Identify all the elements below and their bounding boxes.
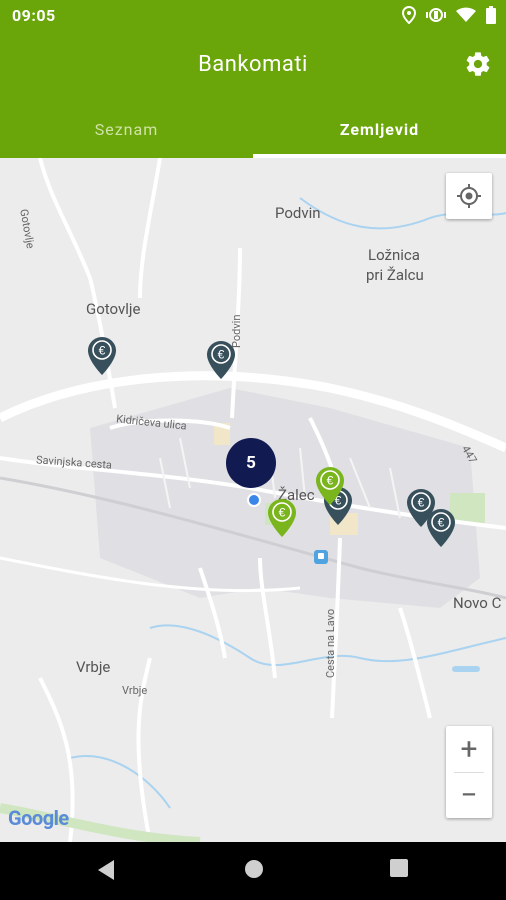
map-label-cesta-na-lavo: Cesta na Lavo (324, 608, 337, 678)
atm-cluster-marker[interactable]: 5 (226, 438, 276, 488)
crosshair-icon (457, 184, 481, 208)
vibrate-icon (426, 8, 446, 22)
home-icon[interactable] (243, 858, 265, 880)
svg-text:€: € (99, 344, 106, 358)
status-bar: 09:05 (0, 0, 506, 32)
google-logo: Google (8, 806, 69, 830)
tab-bar: Seznam Zemljevid (0, 100, 506, 158)
map-label-vrbje-small: Vrbje (122, 684, 148, 697)
settings-gear-icon[interactable] (464, 50, 492, 78)
tab-zemljevid[interactable]: Zemljevid (253, 100, 506, 158)
svg-text:€: € (279, 506, 286, 520)
app-bar: Bankomati (0, 32, 506, 100)
atm-pin-green-icon[interactable]: € (267, 498, 297, 538)
tab-seznam[interactable]: Seznam (0, 100, 253, 158)
system-navigation-bar (0, 842, 506, 900)
atm-pin-icon[interactable]: € (87, 336, 117, 376)
map-label-podvin: Podvin (275, 204, 321, 222)
map-label-gotovlje: Gotovlje (86, 300, 141, 318)
wifi-icon (456, 7, 476, 22)
back-icon[interactable] (96, 858, 116, 882)
zoom-in-button[interactable]: + (446, 726, 492, 772)
map-label-vrbje: Vrbje (76, 658, 111, 676)
atm-pin-icon[interactable]: € (206, 340, 236, 380)
zoom-controls: + − (446, 726, 492, 818)
train-station-icon[interactable] (314, 550, 328, 564)
map-label-pri-zalcu: pri Žalcu (366, 266, 424, 284)
location-icon (402, 6, 416, 24)
svg-text:€: € (327, 474, 334, 488)
my-location-button[interactable] (446, 173, 492, 219)
atm-pin-icon[interactable]: € (426, 508, 456, 548)
atm-pin-green-icon[interactable]: € (315, 466, 345, 506)
map-label-loznica: Ložnica (368, 246, 420, 264)
recents-icon[interactable] (389, 858, 409, 878)
zoom-out-button[interactable]: − (446, 772, 492, 818)
status-icons (402, 6, 496, 24)
battery-icon (486, 6, 496, 24)
app-title: Bankomati (198, 52, 308, 77)
current-location-dot (247, 493, 261, 507)
svg-text:€: € (218, 348, 225, 362)
svg-text:€: € (418, 496, 425, 510)
map-label-novo: Novo C (453, 594, 502, 612)
svg-text:€: € (438, 516, 445, 530)
status-time: 09:05 (12, 6, 56, 25)
